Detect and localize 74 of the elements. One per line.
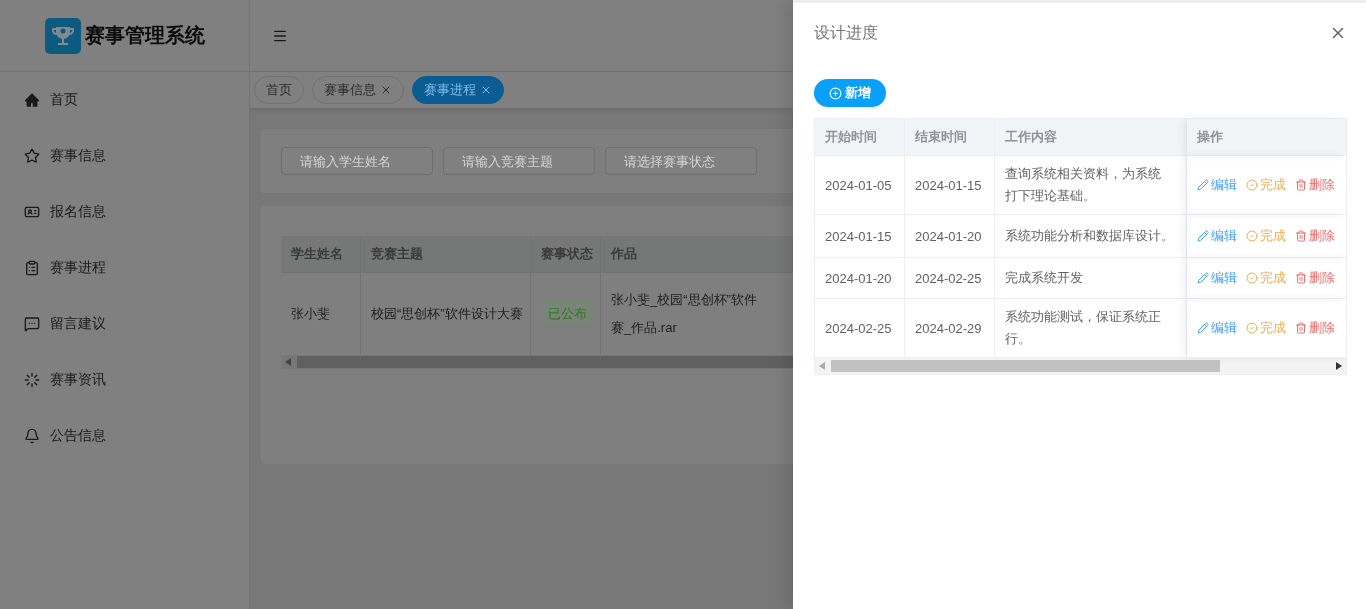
- column-header: 学生姓名: [281, 236, 361, 273]
- done-button[interactable]: 完成: [1246, 319, 1286, 337]
- table-cell: 2024-01-05: [815, 156, 905, 215]
- search-field[interactable]: 请选择赛事状态: [605, 147, 757, 175]
- table-cell: 2024-01-15: [815, 215, 905, 258]
- trophy-logo-icon: [44, 17, 81, 54]
- table-cell: 查询系统相关资料，为系统 打下理论基础。: [995, 156, 1187, 215]
- column-header: 开始时间: [815, 119, 905, 156]
- search-field[interactable]: 请输入学生姓名: [281, 147, 433, 175]
- table-cell: 2024-01-20: [815, 258, 905, 299]
- done-button[interactable]: 完成: [1246, 269, 1286, 287]
- column-header: 结束时间: [905, 119, 995, 156]
- trash-icon: [1295, 230, 1307, 242]
- trash-icon: [1295, 272, 1307, 284]
- delete-button[interactable]: 删除: [1295, 319, 1335, 337]
- check-circle-icon: [1246, 230, 1258, 242]
- edit-button[interactable]: 编辑: [1197, 319, 1237, 337]
- delete-button[interactable]: 删除: [1295, 176, 1335, 194]
- tab[interactable]: 赛事进程: [412, 76, 504, 104]
- done-button[interactable]: 完成: [1246, 227, 1286, 245]
- trash-icon: [1295, 179, 1307, 191]
- pencil-icon: [1197, 322, 1209, 334]
- check-circle-icon: [1246, 322, 1258, 334]
- app-title: 赛事管理系统: [84, 23, 205, 48]
- edit-button[interactable]: 编辑: [1197, 176, 1237, 194]
- column-header: 作品: [601, 236, 793, 273]
- close-icon[interactable]: [380, 84, 392, 96]
- table-cell: 2024-01-20: [905, 215, 995, 258]
- plus-icon: [829, 86, 842, 100]
- search-field[interactable]: 请输入竞赛主题: [443, 147, 595, 175]
- column-header: 竞赛主题: [361, 236, 531, 273]
- sidebar-item[interactable]: 报名信息: [0, 184, 249, 240]
- status-tag: 已公布: [541, 302, 594, 326]
- table-cell: 完成系统开发: [995, 258, 1187, 299]
- edit-button[interactable]: 编辑: [1197, 269, 1237, 287]
- sidebar-item[interactable]: 公告信息: [0, 408, 249, 464]
- sidebar-item[interactable]: 留言建议: [0, 296, 249, 352]
- loader-icon: [24, 372, 40, 388]
- tab[interactable]: 赛事信息: [312, 76, 404, 104]
- table-cell: 2024-01-15: [905, 156, 995, 215]
- check-circle-icon: [1246, 272, 1258, 284]
- star-icon: [24, 148, 40, 164]
- scrollbar[interactable]: [815, 358, 1346, 374]
- delete-button[interactable]: 删除: [1295, 227, 1335, 245]
- column-header: 操作: [1187, 119, 1346, 156]
- delete-button[interactable]: 删除: [1295, 269, 1335, 287]
- edit-button[interactable]: 编辑: [1197, 227, 1237, 245]
- scrollbar[interactable]: [281, 355, 793, 369]
- check-circle-icon: [1246, 179, 1258, 191]
- bell-icon: [24, 428, 40, 444]
- table-cell: 2024-02-25: [905, 258, 995, 299]
- clipboard-icon: [24, 260, 40, 276]
- home-icon: [24, 92, 40, 108]
- column-header: 工作内容: [995, 119, 1187, 156]
- pencil-icon: [1197, 230, 1209, 242]
- scroll-right-icon[interactable]: [1336, 362, 1342, 370]
- drawer-title: 设计进度: [814, 22, 878, 43]
- sidebar-item[interactable]: 赛事信息: [0, 128, 249, 184]
- card-icon: [24, 204, 40, 220]
- table-cell: 系统功能分析和数据库设计。: [995, 215, 1187, 258]
- scroll-left-icon[interactable]: [285, 358, 291, 366]
- close-icon[interactable]: [480, 84, 492, 96]
- sidebar-item[interactable]: 赛事进程: [0, 240, 249, 296]
- sidebar-item[interactable]: 赛事资讯: [0, 352, 249, 408]
- add-button[interactable]: 新增: [814, 79, 886, 107]
- trash-icon: [1295, 322, 1307, 334]
- pencil-icon: [1197, 179, 1209, 191]
- column-header: 赛事状态: [531, 236, 601, 273]
- tab[interactable]: 首页: [254, 76, 304, 104]
- sidebar-item[interactable]: 首页: [0, 72, 249, 128]
- done-button[interactable]: 完成: [1246, 176, 1286, 194]
- pencil-icon: [1197, 272, 1209, 284]
- scroll-left-icon[interactable]: [819, 362, 825, 370]
- message-icon: [24, 316, 40, 332]
